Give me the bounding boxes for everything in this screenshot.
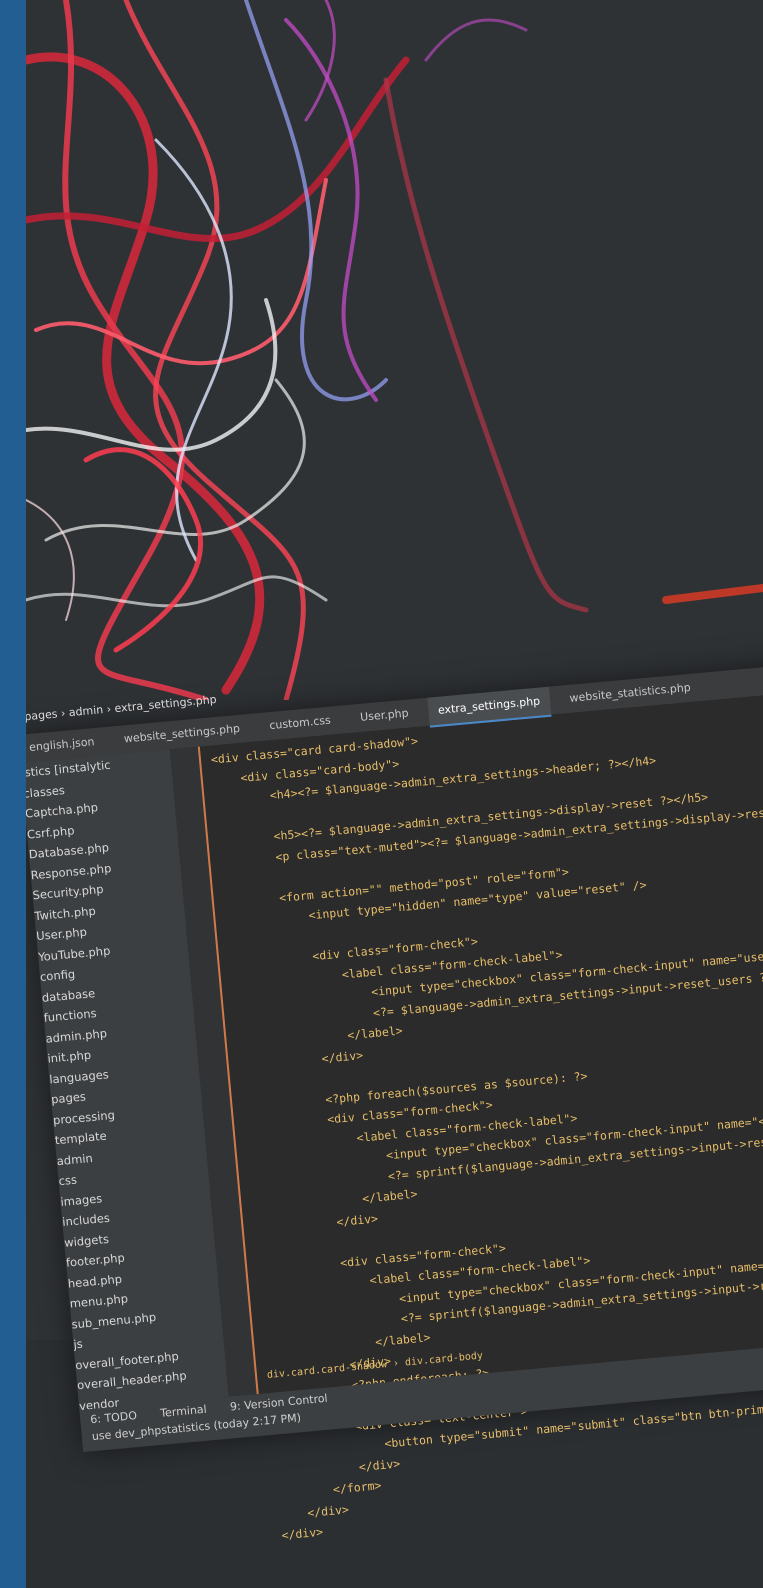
ide-screen: pages › admin › extra_settings.php engli… [18, 658, 763, 1542]
terminal-tool-button[interactable]: Terminal [160, 1403, 207, 1420]
tab-user-php[interactable]: User.php [349, 699, 420, 733]
tab-custom-css[interactable]: custom.css [258, 706, 342, 741]
todo-tool-button[interactable]: 6: TODO [90, 1409, 138, 1426]
left-blue-band [0, 0, 26, 1588]
vcs-tool-button[interactable]: 9: Version Control [229, 1392, 328, 1414]
photo: pages › admin › extra_settings.php engli… [0, 0, 763, 1588]
light-trails [26, 0, 763, 700]
breadcrumb-item[interactable]: admin [68, 703, 104, 719]
breadcrumb-item[interactable]: pages [24, 707, 58, 723]
